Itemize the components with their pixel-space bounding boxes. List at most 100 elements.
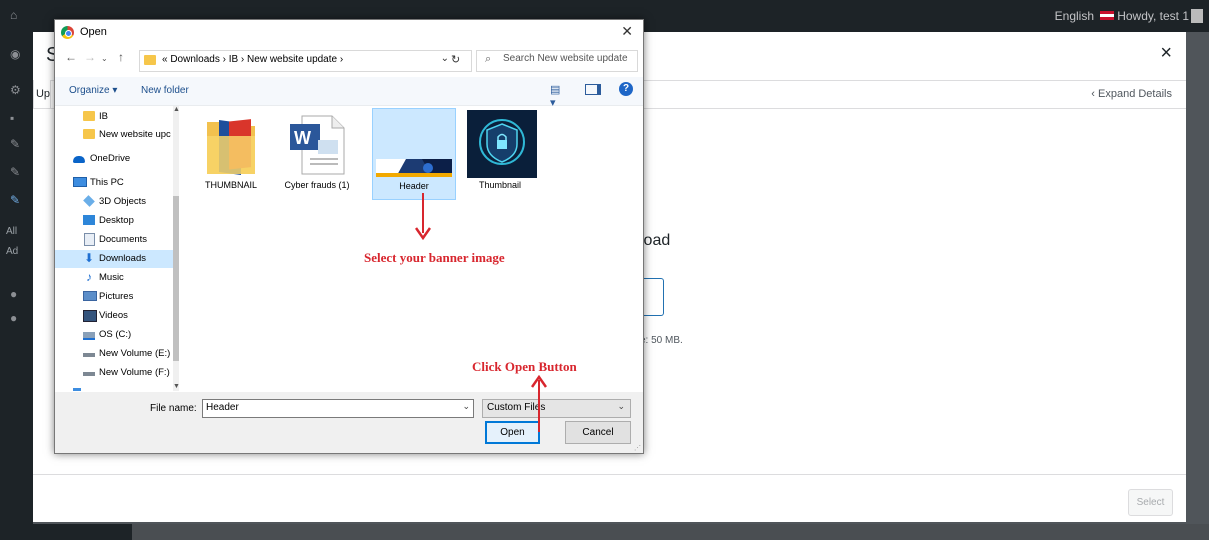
modal-close-icon[interactable]: × (1160, 42, 1172, 65)
uk-flag-icon (1100, 11, 1114, 20)
sidebar-item-all[interactable]: All (6, 226, 17, 237)
file-name: THUMBNAIL (204, 180, 257, 190)
file-name: Thumbnail (478, 180, 522, 190)
nav-item-label: Desktop (99, 215, 134, 226)
thumbnail-image-icon (467, 110, 537, 178)
file-name-field[interactable]: Header ⌄ (202, 399, 474, 418)
file-name: Cyber frauds (1) (284, 180, 350, 190)
search-input[interactable] (503, 53, 633, 64)
chrome-icon (61, 26, 74, 39)
dialog-toolbar: Organize ▾ New folder ▤ ▾ ? (55, 77, 643, 109)
up-arrow-icon[interactable]: ↑ (118, 50, 124, 64)
settings-icon[interactable]: ⚙ (10, 84, 22, 96)
chevron-down-icon[interactable]: ⌄ (617, 401, 625, 412)
resize-grip-icon[interactable]: ⋰ (634, 444, 641, 452)
documents-icon (84, 233, 95, 246)
change-view-icon[interactable]: ▤ ▾ (550, 83, 564, 109)
new-folder-button[interactable]: New folder (141, 85, 189, 96)
3d-objects-icon (83, 195, 95, 207)
nav-item-new-website-update[interactable]: New website upc (55, 126, 173, 144)
sidebar-item-add[interactable]: Ad (6, 246, 18, 257)
language-switcher[interactable]: English (1055, 9, 1094, 23)
nav-item-music[interactable]: ♪ Music (55, 269, 173, 287)
dashboard-icon[interactable]: ◉ (10, 48, 22, 60)
folder-icon (144, 55, 156, 65)
dialog-titlebar[interactable]: Open ✕ (55, 20, 643, 46)
pin-active-icon[interactable]: ✎ (10, 194, 22, 206)
folder-icon (83, 129, 95, 139)
nav-item-pictures[interactable]: Pictures (55, 288, 173, 306)
nav-item-videos[interactable]: Videos (55, 307, 173, 325)
file-item-header-selected[interactable]: Header (372, 108, 456, 200)
content-bottom (132, 524, 1209, 540)
nav-item-label: Documents (99, 234, 148, 245)
nav-scrollbar[interactable]: ▲ ▼ (173, 106, 180, 391)
nav-item-new-volume-f[interactable]: New Volume (F:) (55, 364, 173, 382)
scroll-down-icon[interactable]: ▼ (173, 383, 180, 390)
search-box[interactable]: ⌕ (476, 50, 638, 72)
file-type-value: Custom Files (487, 402, 546, 413)
organize-button[interactable]: Organize ▾ (69, 85, 117, 96)
upload-instructions-title: load (640, 232, 671, 249)
folder-icon (207, 119, 255, 176)
nav-item-new-volume-e[interactable]: New Volume (E:) (55, 345, 173, 363)
nav-item-this-pc[interactable]: This PC (55, 174, 173, 192)
open-button[interactable]: Open (485, 421, 540, 444)
tab-upload-files[interactable]: Up (33, 80, 51, 109)
onedrive-icon (73, 156, 85, 163)
pin-icon[interactable]: ✎ (10, 166, 22, 178)
file-open-dialog: Open ✕ ← → ⌄ ↑ « Downloads › IB › New we… (54, 19, 644, 454)
chevron-down-icon[interactable]: ⌄ (441, 53, 449, 64)
preview-pane-icon[interactable] (585, 84, 601, 95)
nav-item-ib[interactable]: IB (55, 108, 173, 126)
breadcrumb[interactable]: « Downloads › IB › New website update › (162, 54, 343, 65)
music-icon: ♪ (86, 270, 92, 284)
users-icon[interactable]: ● (10, 288, 22, 300)
wordpress-home-icon[interactable]: ⌂ (10, 8, 17, 22)
select-button[interactable]: Select (1128, 489, 1173, 516)
close-icon[interactable]: ✕ (621, 23, 633, 40)
nav-item-label: Pictures (99, 291, 134, 302)
scroll-up-icon[interactable]: ▲ (173, 106, 180, 113)
forward-arrow-icon[interactable]: → (84, 50, 96, 64)
file-type-select[interactable]: Custom Files ⌄ (482, 399, 631, 418)
howdy-user-menu[interactable]: Howdy, test 1 (1117, 9, 1189, 23)
nav-item-network[interactable] (55, 384, 173, 391)
cancel-button[interactable]: Cancel (565, 421, 631, 444)
help-icon[interactable]: ? (619, 82, 633, 96)
comments-icon[interactable]: ▪ (10, 112, 22, 124)
back-arrow-icon[interactable]: ← (65, 50, 77, 64)
arrow-down-icon (415, 227, 431, 240)
address-bar[interactable]: « Downloads › IB › New website update › … (139, 50, 472, 72)
nav-item-label: Videos (99, 310, 128, 321)
file-name-label: File name: (150, 403, 197, 414)
nav-item-onedrive[interactable]: OneDrive (55, 150, 173, 168)
recent-locations-chevron-icon[interactable]: ⌄ (101, 54, 108, 63)
avatar[interactable] (1191, 9, 1203, 23)
tools-icon[interactable]: ● (10, 312, 22, 324)
drive-icon (83, 372, 95, 376)
nav-item-3d-objects[interactable]: 3D Objects (55, 193, 173, 211)
computer-icon (73, 177, 87, 187)
nav-item-documents[interactable]: Documents (55, 231, 173, 249)
nav-item-os-c[interactable]: OS (C:) (55, 326, 173, 344)
file-item-thumbnail-image[interactable]: Thumbnail (459, 108, 541, 198)
svg-text:W: W (294, 128, 311, 148)
nav-item-label: New website upc (99, 129, 171, 140)
nav-item-downloads[interactable]: ⬇ Downloads (55, 250, 173, 268)
nav-item-desktop[interactable]: Desktop (55, 212, 173, 230)
refresh-icon[interactable]: ↻ (451, 53, 460, 66)
file-item-thumbnail-folder[interactable]: THUMBNAIL (190, 108, 272, 198)
divider (33, 474, 1186, 475)
dialog-title: Open (80, 26, 107, 38)
drive-icon (83, 332, 95, 340)
nav-item-label: OneDrive (90, 153, 131, 164)
nav-item-label: Music (99, 272, 124, 283)
pin-icon[interactable]: ✎ (10, 138, 22, 150)
chevron-down-icon[interactable]: ⌄ (462, 401, 470, 412)
scrollbar-thumb[interactable] (173, 196, 179, 361)
expand-details-link[interactable]: ‹ Expand Details (1091, 80, 1172, 108)
header-image-thumbnail (376, 159, 452, 177)
nav-item-label: This PC (90, 177, 124, 188)
file-item-cyber-frauds[interactable]: W Cyber frauds (1) (276, 108, 358, 198)
